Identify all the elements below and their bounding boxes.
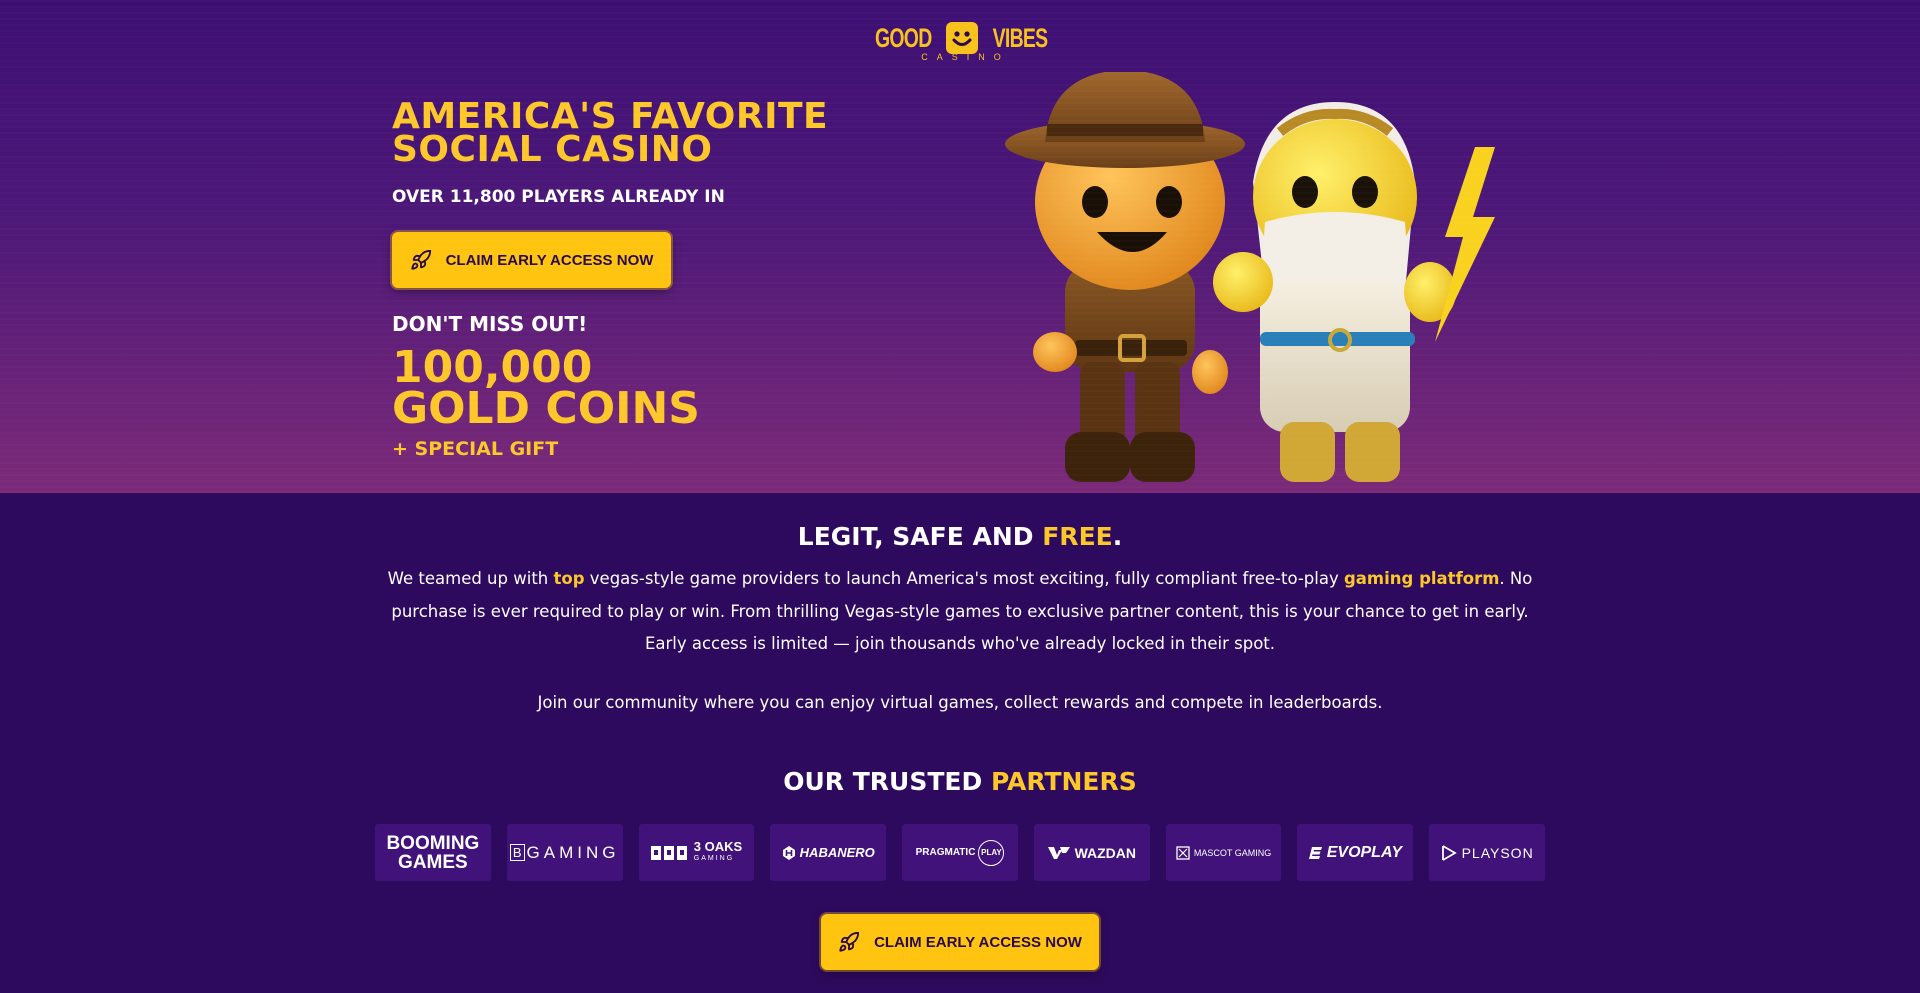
partner-pragmatic-label: PRAGMATIC — [915, 847, 976, 858]
good-vibes-logo[interactable]: GOOD VIBES CASINO — [875, 22, 1048, 72]
community-text: Join our community where you can enjoy v… — [537, 693, 1383, 712]
headline-line-2: SOCIAL CASINO — [392, 129, 713, 170]
partner-3-oaks-gaming: 3 OAKS GAMING — [638, 824, 755, 881]
partner-mascot-gaming: MASCOT GAMING — [1165, 824, 1282, 881]
partner-booming-games: BOOMING GAMES — [375, 824, 491, 881]
claim-button-label: CLAIM EARLY ACCESS NOW — [445, 251, 654, 269]
desc-highlight-gaming-platform: gaming platform — [1343, 569, 1500, 588]
logo-word-left: GOOD — [874, 22, 932, 53]
partner-logos-row: BOOMING GAMES B GAMING 3 OAKS GAMING HAB… — [375, 824, 1546, 882]
bottom-claim-button-label: CLAIM EARLY ACCESS NOW — [874, 933, 1082, 951]
platform-description: We teamed up with top vegas-style game p… — [372, 563, 1548, 661]
3-oaks-icon — [650, 845, 687, 860]
hero-headline: AMERICA'S FAVORITE SOCIAL CASINO — [392, 99, 828, 170]
legit-title-prefix: LEGIT, SAFE AND — [797, 522, 1043, 551]
trusted-partners-heading: OUR TRUSTED PARTNERS — [0, 767, 1920, 796]
rocket-icon — [410, 249, 431, 270]
partner-playson: PLAYSON — [1429, 824, 1546, 881]
gold-coins-offer: 100,000 GOLD COINS — [392, 342, 700, 434]
habanero-icon — [782, 845, 795, 860]
logo-word-right: VIBES — [992, 22, 1048, 53]
partner-mascot-label: MASCOT GAMING — [1193, 847, 1272, 858]
players-count: OVER 11,800 PLAYERS ALREADY IN — [392, 187, 725, 207]
hero-section: GOOD VIBES CASINO AMERICA'S FAVORITE SOC… — [0, 0, 1920, 493]
partner-wazdan: WAZDAN — [1033, 824, 1150, 881]
partner-booming-line2: GAMES — [398, 851, 468, 873]
claim-early-access-button[interactable]: CLAIM EARLY ACCESS NOW — [392, 232, 671, 288]
coins-label: GOLD COINS — [392, 383, 700, 434]
claim-early-access-bottom-button[interactable]: CLAIM EARLY ACCESS NOW — [821, 914, 1099, 970]
partner-evoplay: EVOPLAY — [1297, 824, 1414, 881]
rocket-icon — [839, 931, 860, 952]
desc-highlight-top: top — [553, 569, 585, 588]
dont-miss-heading: DON'T MISS OUT! — [392, 312, 588, 336]
partner-bgaming: B GAMING — [506, 824, 623, 881]
coins-amount: 100,000 — [392, 342, 593, 393]
partner-pragmatic-play: PRAGMATIC PLAY — [902, 824, 1018, 881]
evoplay-icon — [1308, 846, 1322, 859]
wazdan-icon — [1047, 846, 1070, 859]
partner-bgaming-label: GAMING — [526, 842, 620, 862]
partner-habanero-label: HABANERO — [799, 845, 875, 860]
special-gift: + SPECIAL GIFT — [392, 438, 559, 460]
playson-icon — [1441, 844, 1457, 861]
partner-wazdan-label: WAZDAN — [1074, 844, 1137, 861]
pragmatic-play-badge: PLAY — [978, 839, 1005, 866]
partners-title-highlight: PARTNERS — [990, 767, 1137, 796]
partner-evoplay-label: EVOPLAY — [1326, 843, 1402, 861]
legit-safe-free-heading: LEGIT, SAFE AND FREE. — [0, 522, 1920, 551]
legit-title-suffix: . — [1112, 522, 1123, 551]
partner-booming-line1: BOOMING — [386, 832, 480, 854]
partner-3-oaks-label: 3 OAKS — [693, 838, 743, 854]
desc-text-1: We teamed up with — [387, 569, 554, 588]
smiley-icon — [946, 22, 979, 54]
partner-habanero: HABANERO — [770, 824, 887, 881]
bgaming-badge: B — [509, 844, 525, 861]
partners-title-prefix: OUR TRUSTED — [783, 767, 991, 796]
mascot-characters-illustration — [1005, 72, 1495, 482]
mascot-gaming-icon — [1176, 845, 1190, 860]
partner-3-oaks-sub: GAMING — [693, 854, 735, 862]
desc-text-2: vegas-style game providers to launch Ame… — [584, 569, 1344, 588]
partner-playson-label: PLAYSON — [1461, 844, 1534, 861]
legit-title-highlight: FREE — [1042, 522, 1113, 551]
